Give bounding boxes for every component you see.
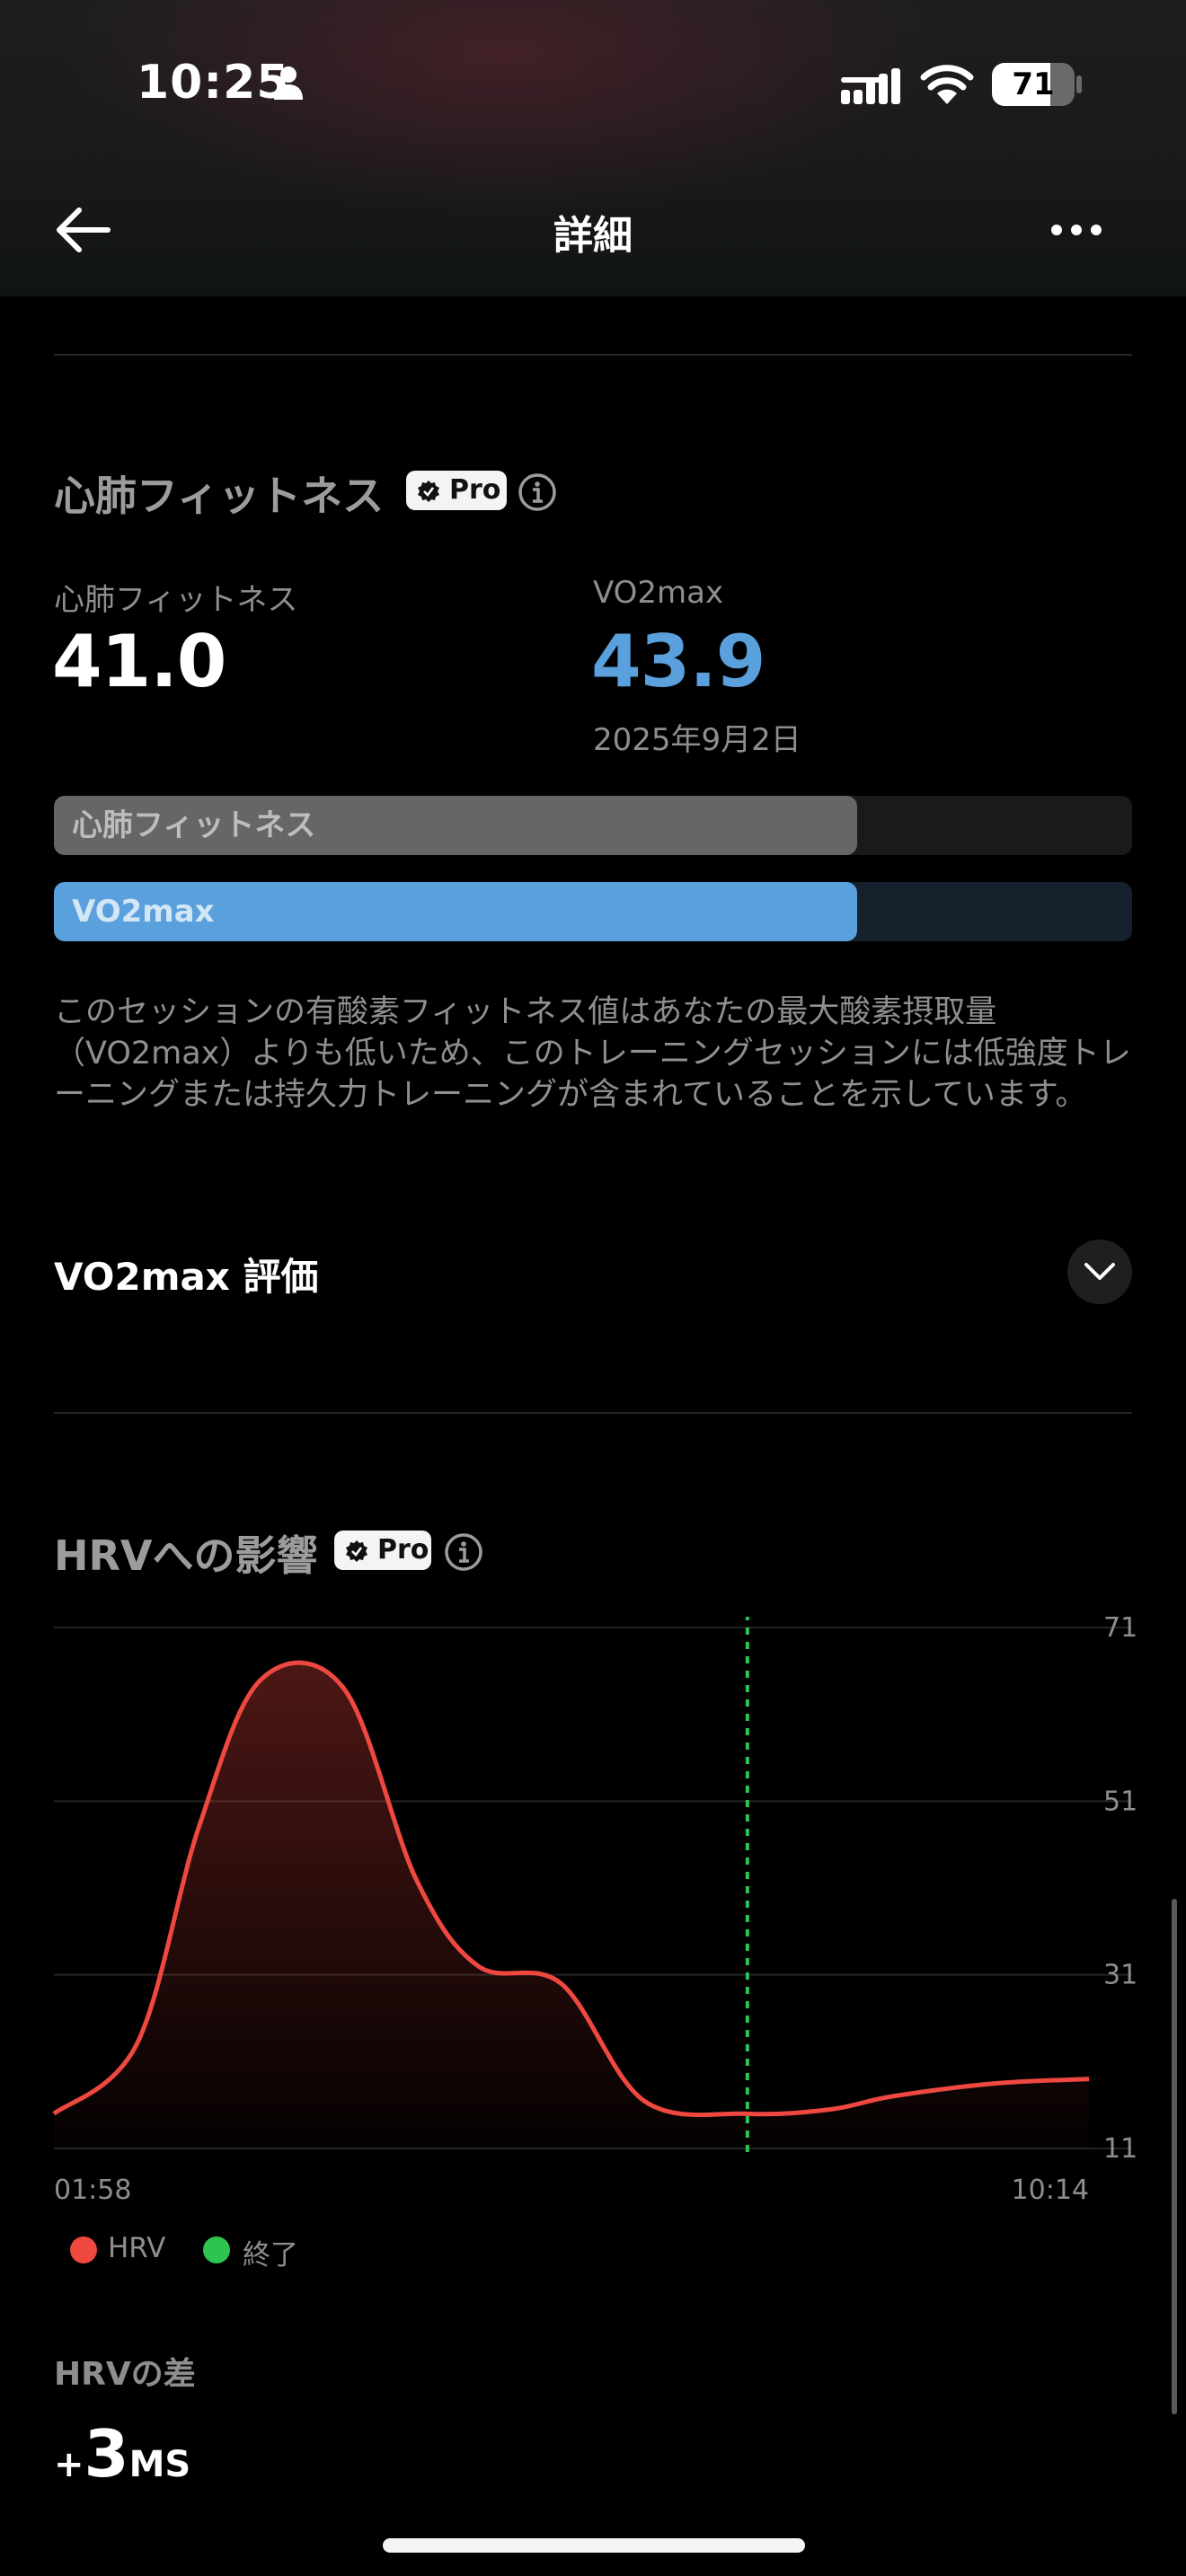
x-tick-label: 01:58	[54, 2175, 131, 2206]
y-tick-label: 71	[1103, 1617, 1137, 1644]
more-options-icon[interactable]	[1049, 221, 1103, 239]
vo2max-evaluation-title[interactable]: VO2max 評価	[54, 1247, 319, 1301]
hrv-difference-label: HRVの差	[54, 2356, 196, 2393]
home-indicator[interactable]	[383, 2538, 805, 2553]
verified-seal-icon	[346, 1540, 367, 1562]
cellular-signal-icon	[841, 68, 900, 104]
chevron-down-icon	[1084, 1263, 1115, 1280]
y-tick-label: 31	[1103, 1960, 1137, 1991]
info-icon[interactable]	[518, 472, 557, 512]
y-tick-label: 11	[1103, 2133, 1137, 2165]
battery-indicator: 71	[992, 63, 1075, 106]
cardio-description: このセッションの有酸素フィットネス値はあなたの最大酸素摂取量（VO2max）より…	[54, 994, 1131, 1113]
legend-end-label: 終了	[243, 2239, 298, 2272]
cardio-fitness-bar: 心肺フィットネス	[54, 796, 1132, 855]
cardio-fitness-value: 41.0	[52, 620, 226, 703]
expand-vo2max-evaluation-button[interactable]	[1067, 1239, 1132, 1304]
page-title: 詳細	[553, 213, 633, 259]
cardio-fitness-label: 心肺フィットネス	[54, 582, 298, 618]
scrollbar[interactable]	[1172, 1899, 1177, 2414]
vo2max-date: 2025年9月2日	[593, 722, 801, 758]
vo2max-value: 43.9	[591, 620, 766, 703]
y-tick-label: 51	[1103, 1786, 1137, 1817]
hrv-difference-number: 3	[84, 2416, 129, 2492]
legend-hrv-label: HRV	[108, 2232, 166, 2264]
hrv-difference-value: +3MS	[54, 2416, 190, 2492]
info-icon[interactable]	[444, 1532, 483, 1572]
hrv-area	[54, 1663, 1089, 2148]
vo2max-bar: VO2max	[54, 882, 1132, 941]
wifi-icon	[920, 65, 974, 104]
cardio-section-title: 心肺フィットネス	[54, 472, 385, 520]
legend-hrv-dot	[70, 2236, 97, 2263]
verified-seal-icon	[418, 481, 439, 502]
battery-tip	[1076, 75, 1082, 93]
section-divider	[54, 354, 1132, 356]
header: 10:25 71 詳細	[0, 0, 1186, 296]
hrv-chart: 11 31 51 71 01:58 10:14	[52, 1617, 1137, 2206]
hrv-section-title: HRVへの影響	[54, 1531, 318, 1580]
legend-end-dot	[203, 2236, 230, 2263]
pro-badge-label: Pro	[449, 474, 501, 506]
pro-badge: Pro	[334, 1531, 431, 1570]
back-arrow-icon[interactable]	[54, 203, 111, 257]
pro-badge: Pro	[406, 471, 507, 510]
person-icon	[274, 66, 303, 100]
hrv-difference-sign: +	[54, 2444, 84, 2485]
status-time: 10:25	[137, 56, 290, 110]
cardio-fitness-bar-label: 心肺フィットネス	[72, 807, 316, 843]
x-tick-label: 10:14	[1012, 2175, 1089, 2206]
battery-percent: 71	[1012, 66, 1055, 102]
pro-badge-label: Pro	[377, 1534, 429, 1566]
vo2max-label: VO2max	[593, 575, 724, 611]
hrv-difference-unit: MS	[128, 2444, 191, 2485]
section-divider	[54, 1412, 1132, 1414]
vo2max-bar-label: VO2max	[72, 894, 215, 930]
